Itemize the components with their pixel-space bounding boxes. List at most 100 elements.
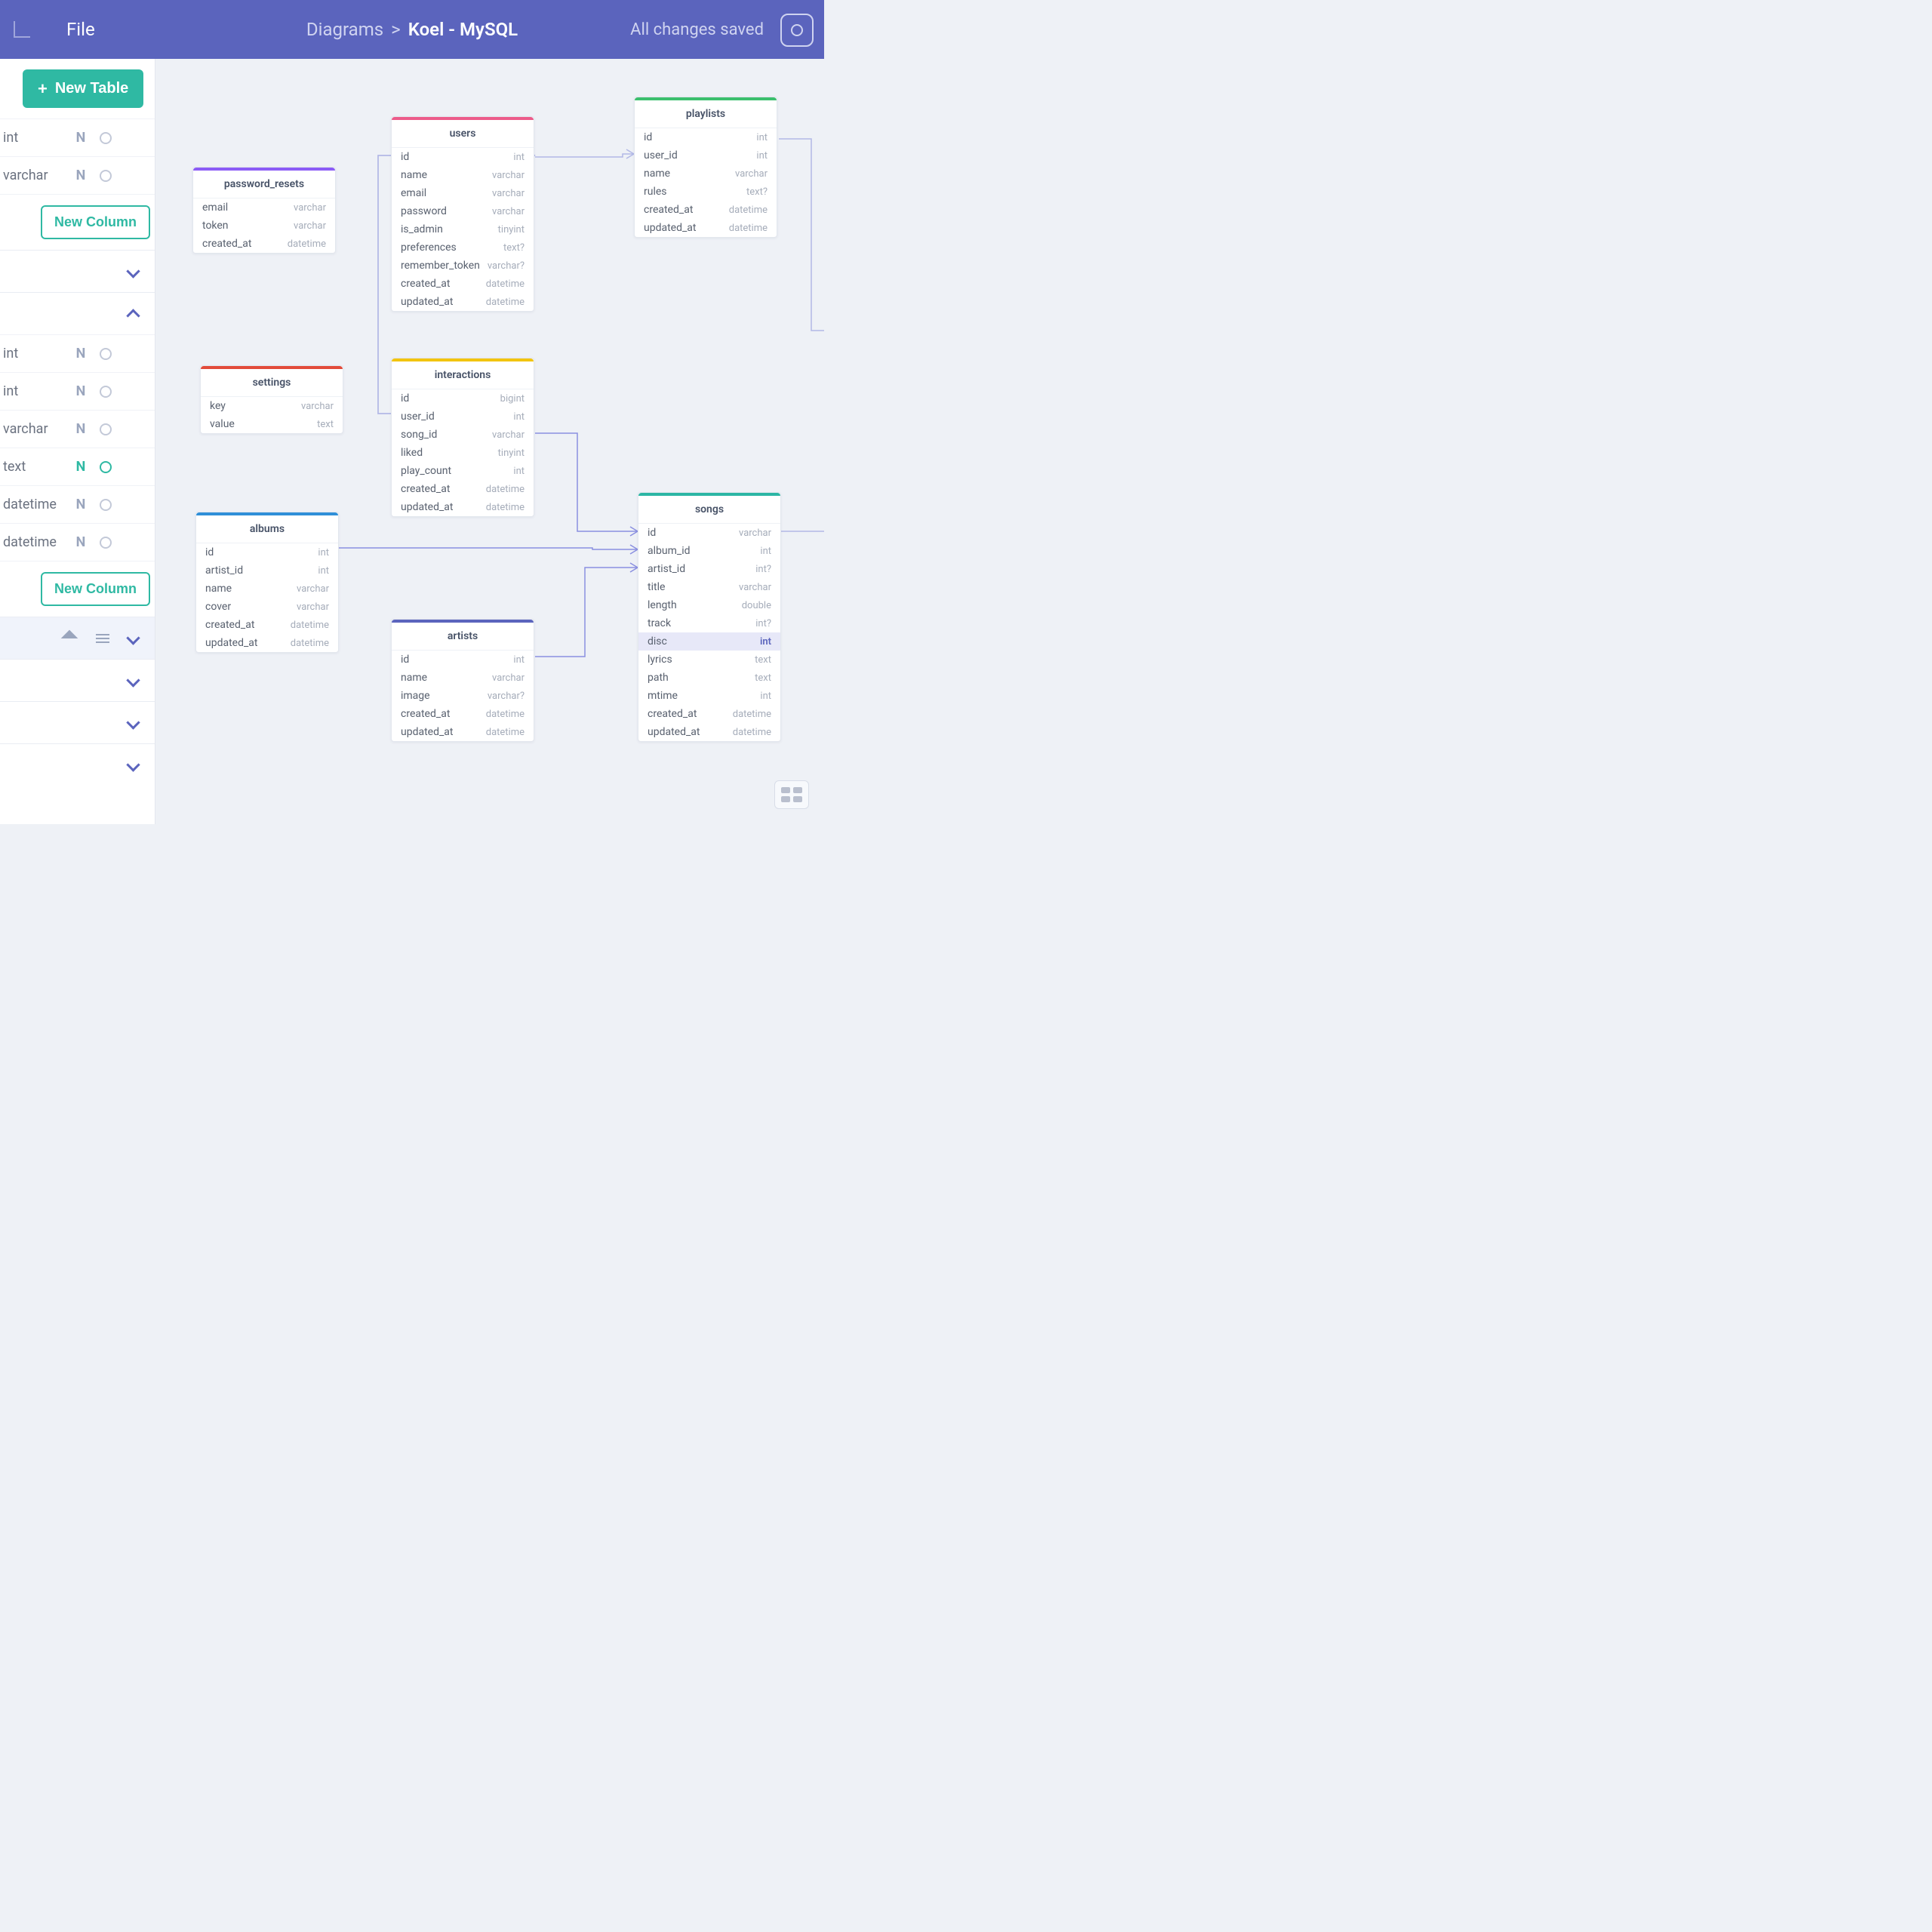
table-column[interactable]: updated_atdatetime — [635, 219, 777, 237]
nullable-flag[interactable]: N — [69, 534, 92, 550]
nullable-flag[interactable]: N — [69, 421, 92, 437]
table-column[interactable]: titlevarchar — [638, 578, 780, 596]
table-column[interactable]: updated_atdatetime — [392, 723, 534, 741]
table-column[interactable]: artist_idint — [196, 561, 338, 580]
breadcrumb-root[interactable]: Diagrams — [306, 19, 383, 40]
new-column-button[interactable]: New Column — [41, 205, 150, 239]
table-column[interactable]: namevarchar — [392, 669, 534, 687]
list-icon[interactable] — [93, 629, 112, 648]
column-row[interactable]: textN — [0, 448, 155, 485]
table-column[interactable]: passwordvarchar — [392, 202, 534, 220]
grid-view-button[interactable] — [774, 780, 809, 809]
table-playlists[interactable]: playlistsidintuser_idintnamevarcharrules… — [634, 97, 777, 238]
nullable-radio[interactable] — [100, 386, 112, 398]
table-column[interactable]: emailvarchar — [193, 198, 335, 217]
table-users[interactable]: usersidintnamevarcharemailvarcharpasswor… — [391, 116, 534, 312]
nullable-radio[interactable] — [100, 348, 112, 360]
table-column[interactable]: user_idint — [392, 408, 534, 426]
table-column[interactable]: likedtinyint — [392, 444, 534, 462]
nullable-radio[interactable] — [100, 461, 112, 473]
nullable-radio[interactable] — [100, 170, 112, 182]
nullable-radio[interactable] — [100, 132, 112, 144]
column-row[interactable]: intN — [0, 118, 155, 156]
table-column[interactable]: emailvarchar — [392, 184, 534, 202]
table-title[interactable]: albums — [196, 512, 338, 543]
nullable-radio[interactable] — [100, 537, 112, 549]
table-column[interactable]: idint — [392, 148, 534, 166]
column-row[interactable]: intN — [0, 372, 155, 410]
table-column[interactable]: idint — [196, 543, 338, 561]
table-column[interactable]: play_countint — [392, 462, 534, 480]
table-column[interactable]: lyricstext — [638, 651, 780, 669]
table-title[interactable]: interactions — [392, 358, 534, 389]
file-menu[interactable]: File — [66, 19, 95, 40]
table-column[interactable]: idint — [635, 128, 777, 146]
table-column[interactable]: updated_atdatetime — [392, 498, 534, 516]
table-column[interactable]: idint — [392, 651, 534, 669]
nullable-flag[interactable]: N — [69, 168, 92, 183]
table-title[interactable]: playlists — [635, 97, 777, 128]
table-column[interactable]: created_atdatetime — [638, 705, 780, 723]
new-table-button[interactable]: + New Table — [23, 69, 143, 108]
table-title[interactable]: settings — [201, 366, 343, 397]
table-title[interactable]: songs — [638, 493, 780, 524]
section-collapsed-3[interactable] — [0, 701, 155, 743]
table-column[interactable]: preferencestext? — [392, 238, 534, 257]
profile-button[interactable] — [780, 14, 814, 47]
table-column[interactable]: artist_idint? — [638, 560, 780, 578]
table-title[interactable]: users — [392, 117, 534, 148]
table-column[interactable]: created_atdatetime — [392, 480, 534, 498]
table-column[interactable]: imagevarchar? — [392, 687, 534, 705]
column-row[interactable]: intN — [0, 334, 155, 372]
table-column[interactable]: trackint? — [638, 614, 780, 632]
table-column[interactable]: album_idint — [638, 542, 780, 560]
table-interactions[interactable]: interactionsidbigintuser_idintsong_idvar… — [391, 358, 534, 517]
column-row[interactable]: datetimeN — [0, 485, 155, 523]
table-songs[interactable]: songsidvarcharalbum_idintartist_idint?ti… — [638, 492, 781, 742]
table-column[interactable]: lengthdouble — [638, 596, 780, 614]
table-column[interactable]: keyvarchar — [201, 397, 343, 415]
nullable-flag[interactable]: N — [69, 459, 92, 475]
nullable-flag[interactable]: N — [69, 497, 92, 512]
table-password-resets[interactable]: password_resetsemailvarchartokenvarcharc… — [192, 167, 336, 254]
table-column[interactable]: tokenvarchar — [193, 217, 335, 235]
table-column[interactable]: is_admintinyint — [392, 220, 534, 238]
table-column[interactable]: updated_atdatetime — [638, 723, 780, 741]
table-column[interactable]: namevarchar — [196, 580, 338, 598]
table-column[interactable]: valuetext — [201, 415, 343, 433]
table-column[interactable]: mtimeint — [638, 687, 780, 705]
table-column[interactable]: namevarchar — [635, 165, 777, 183]
table-albums[interactable]: albumsidintartist_idintnamevarcharcoverv… — [195, 512, 339, 653]
nullable-flag[interactable]: N — [69, 383, 92, 399]
nullable-flag[interactable]: N — [69, 130, 92, 146]
table-column[interactable]: created_atdatetime — [635, 201, 777, 219]
table-column[interactable]: updated_atdatetime — [196, 634, 338, 652]
section-collapsed-4[interactable] — [0, 743, 155, 786]
table-settings[interactable]: settingskeyvarcharvaluetext — [200, 365, 343, 434]
nullable-radio[interactable] — [100, 423, 112, 435]
table-column[interactable]: idvarchar — [638, 524, 780, 542]
new-column-button[interactable]: New Column — [41, 572, 150, 606]
column-row[interactable]: varcharN — [0, 156, 155, 194]
table-column[interactable]: idbigint — [392, 389, 534, 408]
edit-icon[interactable] — [60, 629, 79, 648]
table-column[interactable]: created_atdatetime — [392, 705, 534, 723]
section-collapsed-2[interactable] — [0, 659, 155, 701]
table-column[interactable]: rulestext? — [635, 183, 777, 201]
table-artists[interactable]: artistsidintnamevarcharimagevarchar?crea… — [391, 619, 534, 742]
section-toolbar[interactable] — [0, 617, 155, 659]
table-column[interactable]: created_atdatetime — [392, 275, 534, 293]
table-column[interactable]: created_atdatetime — [193, 235, 335, 253]
table-column[interactable]: song_idvarchar — [392, 426, 534, 444]
home-icon[interactable] — [14, 21, 30, 38]
nullable-flag[interactable]: N — [69, 346, 92, 361]
nullable-radio[interactable] — [100, 499, 112, 511]
column-row[interactable]: varcharN — [0, 410, 155, 448]
breadcrumb-current[interactable]: Koel - MySQL — [408, 19, 518, 40]
table-column[interactable]: namevarchar — [392, 166, 534, 184]
table-column[interactable]: pathtext — [638, 669, 780, 687]
table-column[interactable]: covervarchar — [196, 598, 338, 616]
table-column[interactable]: remember_tokenvarchar? — [392, 257, 534, 275]
table-column[interactable]: discint — [638, 632, 780, 651]
section-collapsed-1[interactable] — [0, 250, 155, 292]
